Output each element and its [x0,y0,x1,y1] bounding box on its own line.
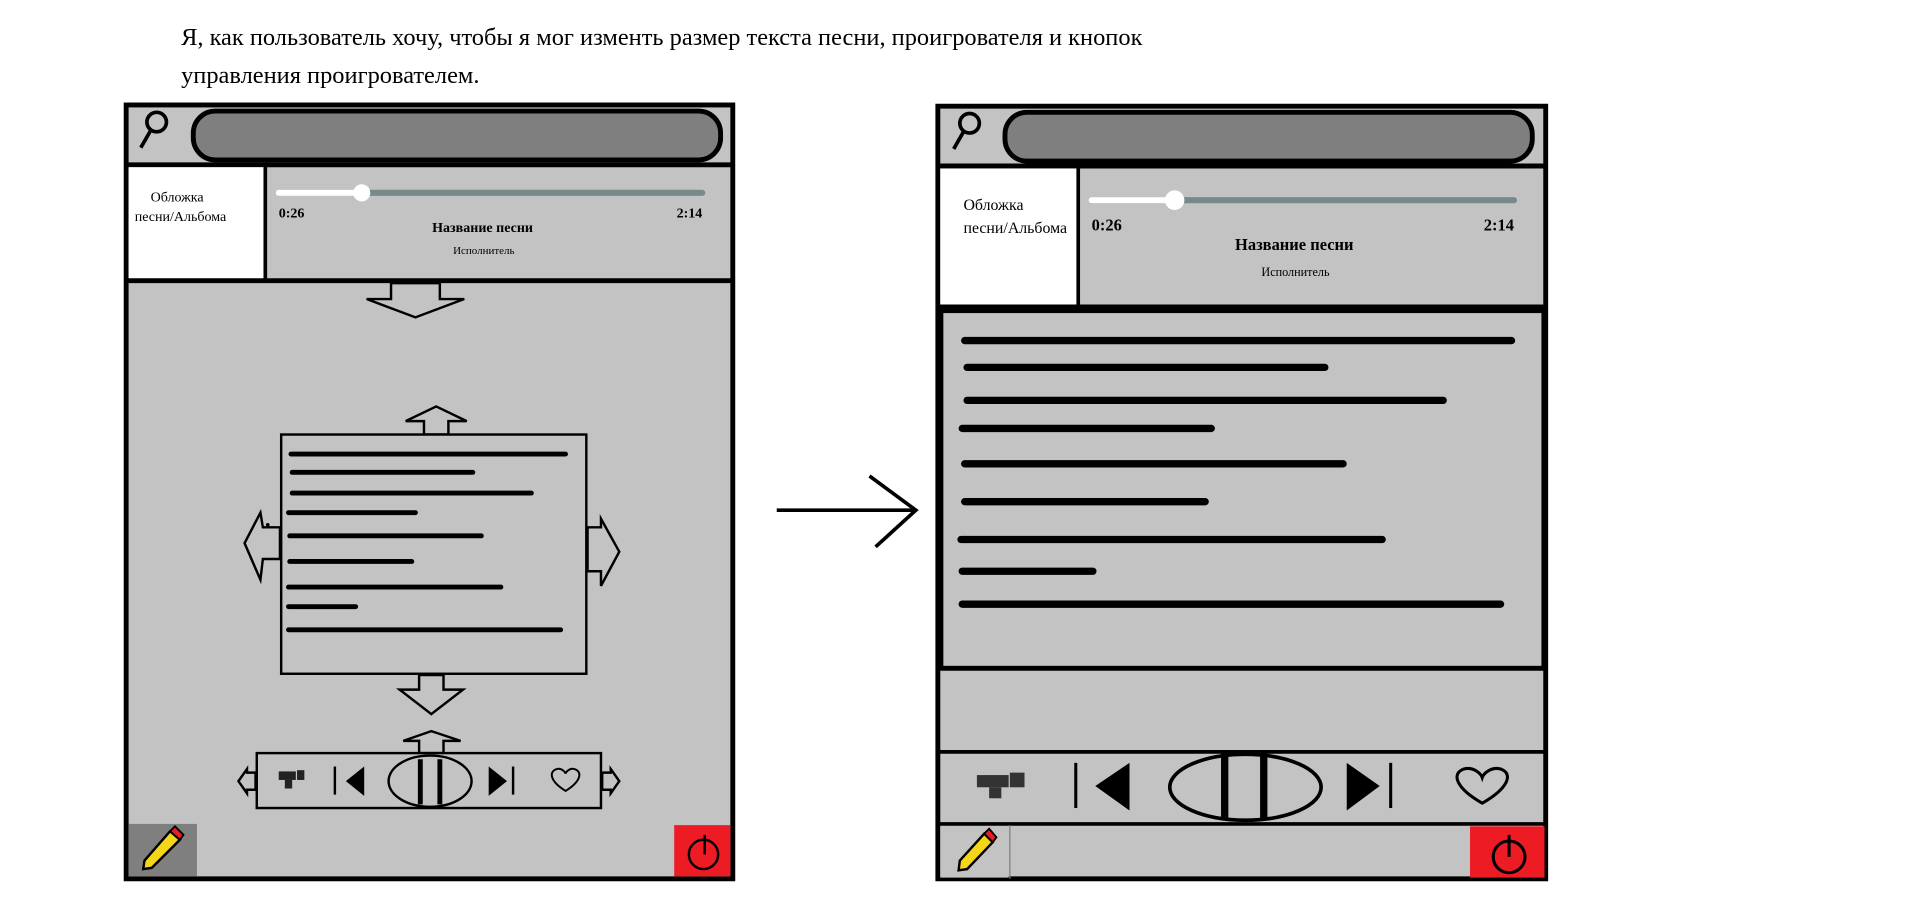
mockup-before: Обложка песни/Альбома 0:26 2:14 Название… [123,102,736,882]
time-elapsed: 0:26 [279,205,305,221]
search-input[interactable] [1002,109,1535,164]
artist-name: Исполнитель [1261,265,1330,279]
time-total: 2:14 [677,205,703,221]
story-text-line1: Я, как пользователь хочу, чтобы я мог из… [181,24,1142,51]
artist-name: Исполнитель [453,245,514,257]
story-text-line2: управления проигрователем. [181,62,479,89]
album-cover-label: Обложка [963,197,1023,214]
diagram-canvas: Я, как пользователь хочу, чтобы я мог из… [123,24,1549,882]
album-cover-label: песни/Альбома [135,209,227,225]
slider-knob[interactable] [1164,190,1185,210]
album-cover-label: Обложка [151,189,205,205]
power-button[interactable] [1470,826,1545,878]
slider-knob[interactable] [353,184,371,202]
controls-bar [255,751,603,810]
resize-handle[interactable] [265,523,270,527]
time-total: 2:14 [1484,216,1514,235]
time-elapsed: 0:26 [1092,216,1122,235]
transition-arrow-icon [776,474,919,549]
song-title: Название песни [432,220,533,236]
search-input[interactable] [190,108,724,163]
album-cover-label: песни/Альбома [963,220,1067,237]
song-title: Название песни [1235,235,1354,254]
mockup-after: Обложка песни/Альбома 0:26 2:14 Название… [935,103,1549,882]
